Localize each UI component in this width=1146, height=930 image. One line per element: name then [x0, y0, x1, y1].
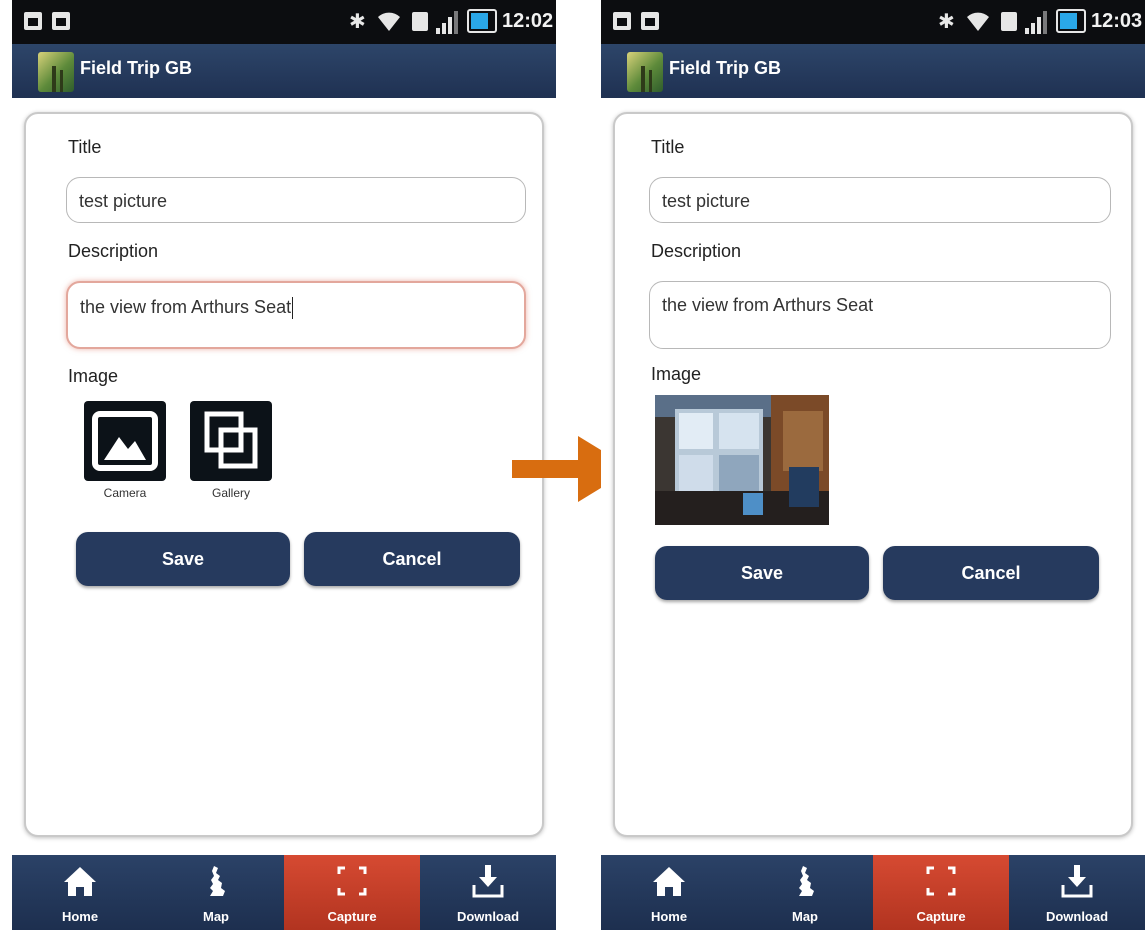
description-label: Description: [68, 241, 159, 261]
app-logo: [38, 52, 74, 92]
tab-home-label: Home: [650, 909, 688, 924]
map-icon: [799, 866, 814, 896]
app-title: Field Trip GB: [669, 58, 782, 78]
phone-screen-before: ✱ 12:02 Field Trip GB Title test picture…: [12, 0, 556, 930]
title-label: Title: [68, 137, 102, 157]
save-button[interactable]: Save: [655, 546, 869, 600]
wifi-icon: [378, 12, 400, 31]
tab-map-label: Map: [203, 909, 229, 924]
tab-map-label: Map: [792, 909, 818, 924]
camera-button[interactable]: [84, 401, 166, 481]
camera-icon: [92, 411, 158, 471]
capture-icon: [337, 866, 367, 896]
tab-capture[interactable]: Capture: [873, 855, 1009, 930]
app-title-bar: Field Trip GB: [12, 44, 556, 98]
download-icon: [472, 865, 504, 898]
tab-download[interactable]: Download: [1009, 855, 1145, 930]
capture-form-card: Title test picture Description the view …: [613, 112, 1133, 837]
title-input[interactable]: test picture: [649, 177, 1111, 223]
save-button[interactable]: Save: [76, 532, 290, 586]
title-input[interactable]: test picture: [66, 177, 526, 223]
tab-map[interactable]: Map: [148, 855, 284, 930]
app-title: Field Trip GB: [80, 58, 193, 78]
bluetooth-icon: ✱: [938, 9, 955, 33]
gallery-button[interactable]: [190, 401, 272, 481]
image-label: Image: [651, 364, 702, 384]
captured-image-thumbnail[interactable]: [655, 395, 829, 525]
notification-icon: [52, 12, 70, 30]
cancel-button[interactable]: Cancel: [304, 532, 520, 586]
status-time: 12:03: [1091, 10, 1143, 32]
wifi-icon: [967, 12, 989, 31]
text-cursor: [292, 297, 294, 320]
home-icon: [64, 867, 96, 896]
description-input[interactable]: the view from Arthurs Seat: [66, 281, 526, 349]
photo-preview: [655, 395, 829, 525]
tab-capture-label: Capture: [916, 909, 966, 924]
status-bar: ✱ 12:03: [601, 0, 1145, 44]
notification-icon: [24, 12, 42, 30]
camera-caption: Camera: [103, 486, 147, 500]
bluetooth-icon: ✱: [349, 9, 366, 33]
signal-icon: [1025, 10, 1049, 34]
notification-icon: [641, 12, 659, 30]
capture-form-card: Title test picture Description the view …: [24, 112, 544, 837]
battery-icon: [1056, 9, 1086, 33]
tab-home[interactable]: Home: [601, 855, 737, 930]
notification-icon: [613, 12, 631, 30]
battery-icon: [467, 9, 497, 33]
tab-capture[interactable]: Capture: [284, 855, 420, 930]
bottom-tab-bar: Home Map Capture Download: [601, 855, 1145, 930]
image-label: Image: [68, 366, 119, 386]
status-bar: ✱ 12:02: [12, 0, 556, 44]
tab-download[interactable]: Download: [420, 855, 556, 930]
sd-card-icon: [412, 12, 428, 31]
tab-download-label: Download: [1045, 909, 1109, 924]
app-logo: [627, 52, 663, 92]
gallery-caption: Gallery: [211, 486, 250, 500]
tab-map[interactable]: Map: [737, 855, 873, 930]
description-text: the view from Arthurs Seat: [80, 297, 292, 317]
tab-home-label: Home: [61, 909, 99, 924]
signal-icon: [436, 10, 460, 34]
phone-screen-after: ✱ 12:03 Field Trip GB Title test picture…: [601, 0, 1145, 930]
tab-home[interactable]: Home: [12, 855, 148, 930]
description-label: Description: [651, 241, 742, 261]
title-label: Title: [651, 137, 685, 157]
download-icon: [1061, 865, 1093, 898]
sd-card-icon: [1001, 12, 1017, 31]
bottom-tab-bar: Home Map Capture Download: [12, 855, 556, 930]
cancel-button[interactable]: Cancel: [883, 546, 1099, 600]
home-icon: [653, 867, 685, 896]
capture-icon: [926, 866, 956, 896]
tab-capture-label: Capture: [327, 909, 377, 924]
map-icon: [210, 866, 225, 896]
app-title-bar: Field Trip GB: [601, 44, 1145, 98]
description-input[interactable]: the view from Arthurs Seat: [649, 281, 1111, 349]
status-time: 12:02: [502, 10, 554, 32]
tab-download-label: Download: [456, 909, 520, 924]
gallery-icon: [204, 411, 258, 469]
